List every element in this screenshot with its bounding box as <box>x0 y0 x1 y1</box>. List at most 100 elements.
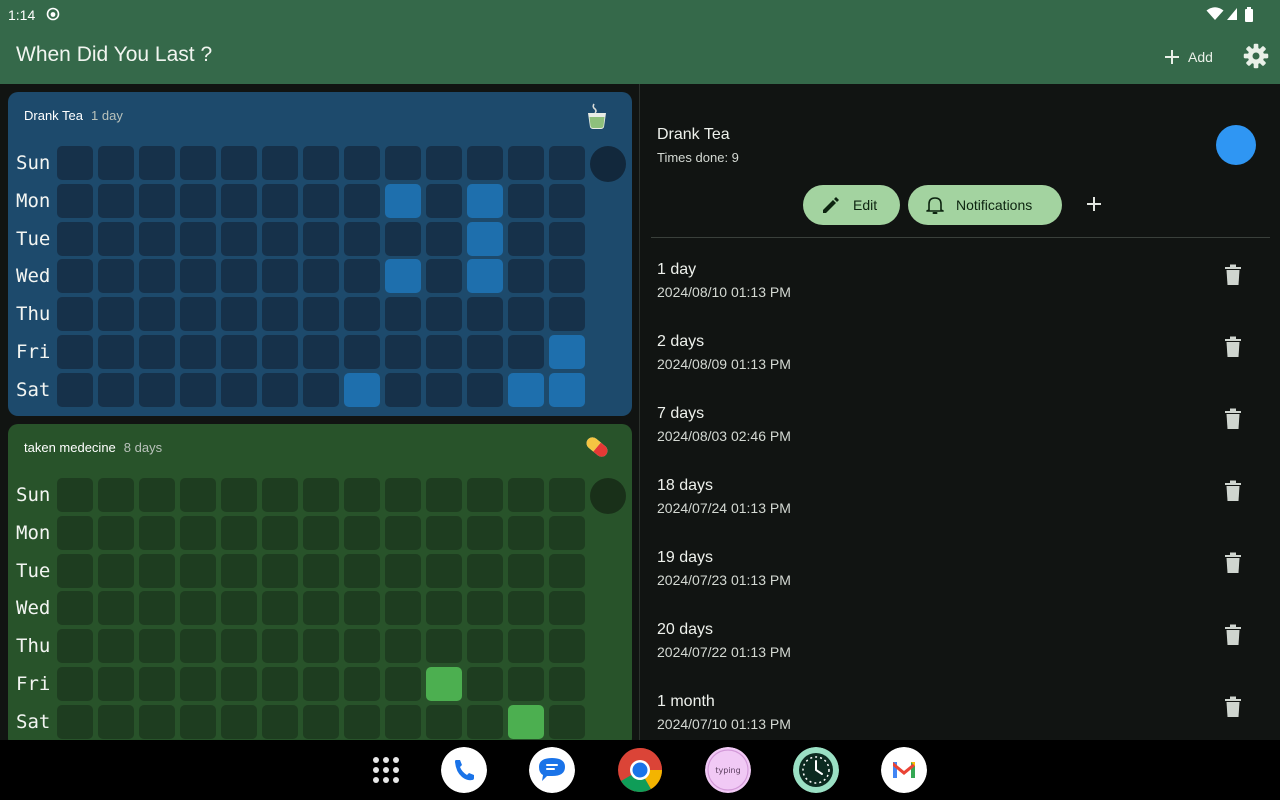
heatmap-cell[interactable] <box>303 297 339 332</box>
heatmap-cell-done[interactable] <box>467 183 503 218</box>
heatmap-cell[interactable] <box>57 478 93 512</box>
heatmap-cell[interactable] <box>139 221 175 256</box>
heatmap-cell[interactable] <box>344 667 380 701</box>
heatmap-cell-done[interactable] <box>385 183 421 218</box>
heatmap-cell[interactable] <box>344 221 380 256</box>
heatmap-cell[interactable] <box>98 221 134 256</box>
heatmap-cell[interactable] <box>549 591 585 626</box>
heatmap-cell[interactable] <box>303 259 339 294</box>
heatmap-cell[interactable] <box>344 591 380 626</box>
heatmap-cell[interactable] <box>508 221 544 256</box>
heatmap-cell[interactable] <box>57 183 93 218</box>
heatmap-cell[interactable] <box>180 704 216 739</box>
habit-color-swatch[interactable] <box>1216 125 1256 165</box>
heatmap-cell[interactable] <box>221 667 257 701</box>
heatmap-cell[interactable] <box>303 515 339 550</box>
heatmap-cell[interactable] <box>303 183 339 218</box>
heatmap-cell[interactable] <box>344 704 380 739</box>
heatmap-cell[interactable] <box>57 515 93 550</box>
heatmap-cell[interactable] <box>303 372 339 407</box>
app-drawer-icon[interactable] <box>363 747 409 793</box>
heatmap-cell[interactable] <box>508 146 544 180</box>
messages-app-icon[interactable] <box>529 747 575 793</box>
heatmap-cell[interactable] <box>426 297 462 332</box>
heatmap-cell[interactable] <box>549 478 585 512</box>
clock-app-icon[interactable] <box>793 747 839 793</box>
heatmap-cell[interactable] <box>467 629 503 664</box>
heatmap-cell[interactable] <box>549 146 585 180</box>
heatmap-cell[interactable] <box>303 667 339 701</box>
heatmap-cell[interactable] <box>180 515 216 550</box>
heatmap-cell[interactable] <box>139 297 175 332</box>
heatmap-cell[interactable] <box>221 183 257 218</box>
heatmap-cell[interactable] <box>262 667 298 701</box>
heatmap-cell[interactable] <box>221 704 257 739</box>
heatmap-cell[interactable] <box>426 259 462 294</box>
heatmap-cell[interactable] <box>303 591 339 626</box>
heatmap-cell[interactable] <box>98 478 134 512</box>
heatmap-cell-done[interactable] <box>467 259 503 294</box>
history-entry[interactable]: 1 day 2024/08/10 01:13 PM <box>640 261 1280 333</box>
heatmap-cell[interactable] <box>344 515 380 550</box>
heatmap-cell[interactable] <box>508 259 544 294</box>
heatmap-cell[interactable] <box>385 667 421 701</box>
habit-card-drank-tea[interactable]: Drank Tea 1 day Sun Mon Tue Wed Thu Fri Sat <box>8 92 632 416</box>
heatmap-cell[interactable] <box>262 146 298 180</box>
heatmap-cell-done[interactable] <box>426 667 462 701</box>
delete-trash-icon[interactable] <box>1222 695 1244 719</box>
heatmap-cell[interactable] <box>549 221 585 256</box>
delete-trash-icon[interactable] <box>1222 335 1244 359</box>
heatmap-cell[interactable] <box>180 372 216 407</box>
heatmap-cell[interactable] <box>221 591 257 626</box>
heatmap-cell[interactable] <box>180 297 216 332</box>
heatmap-cell[interactable] <box>467 297 503 332</box>
heatmap-cell[interactable] <box>426 629 462 664</box>
heatmap-cell[interactable] <box>467 553 503 588</box>
heatmap-cell[interactable] <box>426 553 462 588</box>
heatmap-cell[interactable] <box>221 515 257 550</box>
heatmap-cell[interactable] <box>303 335 339 369</box>
heatmap-cell[interactable] <box>98 297 134 332</box>
heatmap-cell[interactable] <box>385 553 421 588</box>
heatmap-cell[interactable] <box>180 629 216 664</box>
heatmap-cell[interactable] <box>549 553 585 588</box>
settings-gear-icon[interactable] <box>1242 42 1270 70</box>
heatmap-cell-done[interactable] <box>549 335 585 369</box>
heatmap-cell[interactable] <box>549 515 585 550</box>
delete-trash-icon[interactable] <box>1222 407 1244 431</box>
heatmap-cell[interactable] <box>467 478 503 512</box>
heatmap-cell[interactable] <box>385 335 421 369</box>
heatmap-cell[interactable] <box>508 183 544 218</box>
heatmap-cell[interactable] <box>385 146 421 180</box>
heatmap-cell[interactable] <box>262 591 298 626</box>
heatmap-cell[interactable] <box>467 146 503 180</box>
heatmap-cell[interactable] <box>426 146 462 180</box>
heatmap-cell[interactable] <box>98 667 134 701</box>
heatmap-cell[interactable] <box>221 297 257 332</box>
heatmap-cell[interactable] <box>221 221 257 256</box>
heatmap-cell[interactable] <box>426 335 462 369</box>
heatmap-cell[interactable] <box>549 667 585 701</box>
heatmap-cell[interactable] <box>344 335 380 369</box>
heatmap-cell[interactable] <box>385 629 421 664</box>
heatmap-cell[interactable] <box>98 183 134 218</box>
heatmap-cell[interactable] <box>303 553 339 588</box>
heatmap-cell[interactable] <box>508 667 544 701</box>
heatmap-cell[interactable] <box>221 335 257 369</box>
heatmap-cell[interactable] <box>508 553 544 588</box>
heatmap-cell[interactable] <box>262 297 298 332</box>
heatmap-cell[interactable] <box>385 515 421 550</box>
history-entry[interactable]: 18 days 2024/07/24 01:13 PM <box>640 477 1280 549</box>
heatmap-cell[interactable] <box>344 183 380 218</box>
heatmap-cell[interactable] <box>139 629 175 664</box>
heatmap-cell[interactable] <box>57 221 93 256</box>
heatmap-cell[interactable] <box>98 629 134 664</box>
heatmap-cell[interactable] <box>139 704 175 739</box>
heatmap-cell-done[interactable] <box>467 221 503 256</box>
heatmap-cell[interactable] <box>139 146 175 180</box>
heatmap-cell[interactable] <box>262 221 298 256</box>
heatmap-cell[interactable] <box>344 146 380 180</box>
history-entry[interactable]: 7 days 2024/08/03 02:46 PM <box>640 405 1280 477</box>
heatmap-cell[interactable] <box>98 591 134 626</box>
today-marker[interactable] <box>590 146 626 182</box>
